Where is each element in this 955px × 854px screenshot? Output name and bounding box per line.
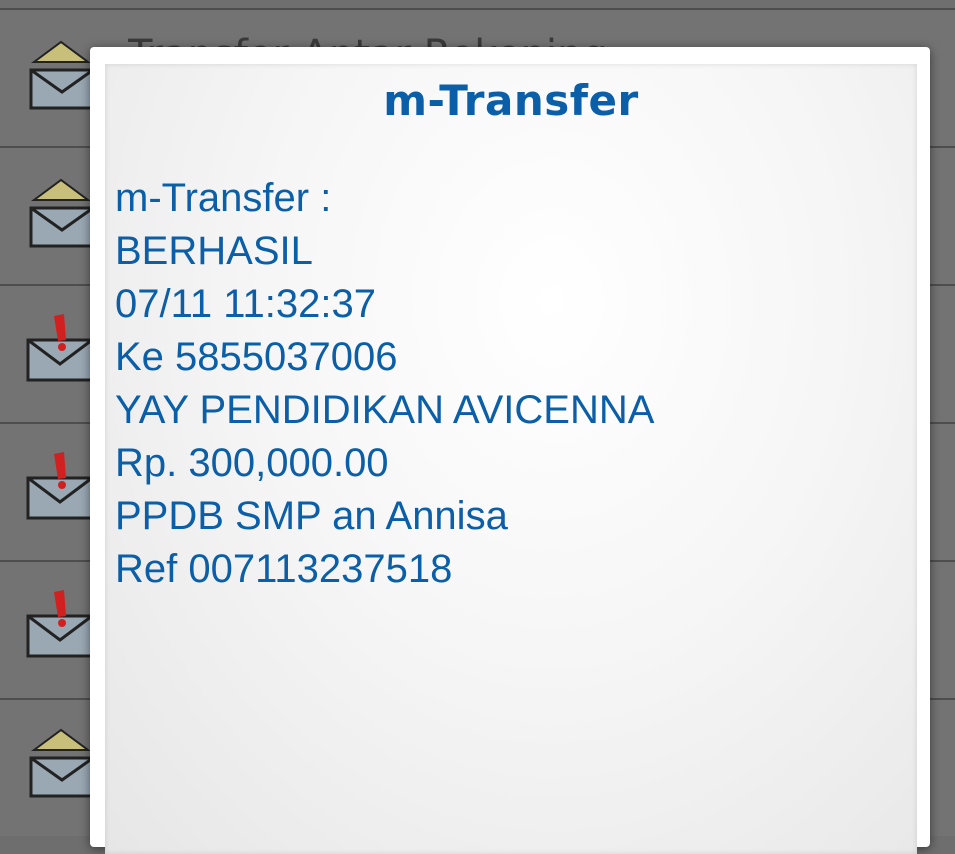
message-line-note: PPDB SMP an Annisa bbox=[115, 494, 508, 538]
envelope-open-icon bbox=[29, 728, 95, 798]
envelope-open-icon bbox=[29, 178, 95, 248]
envelope-open-icon bbox=[29, 40, 95, 110]
message-dialog: m-Transfer m-Transfer : BERHASIL 07/11 1… bbox=[90, 47, 930, 854]
envelope-alert-icon bbox=[26, 314, 94, 382]
message-line-amount: Rp. 300,000.00 bbox=[115, 441, 389, 485]
dialog-title: m-Transfer bbox=[383, 76, 639, 125]
message-line-recipient-name: YAY PENDIDIKAN AVICENNA bbox=[115, 388, 655, 432]
envelope-alert-icon bbox=[26, 590, 94, 658]
message-dialog-body: m-Transfer m-Transfer : BERHASIL 07/11 1… bbox=[105, 64, 917, 854]
message-line-reference: Ref 007113237518 bbox=[115, 547, 453, 591]
envelope-alert-icon bbox=[26, 452, 94, 520]
message-text: m-Transfer : BERHASIL 07/11 11:32:37 Ke … bbox=[115, 172, 654, 596]
message-line-datetime: 07/11 11:32:37 bbox=[115, 282, 376, 326]
message-line-status: BERHASIL bbox=[115, 229, 313, 273]
message-line-header: m-Transfer : bbox=[115, 176, 332, 220]
message-line-destination-account: Ke 5855037006 bbox=[115, 335, 398, 379]
